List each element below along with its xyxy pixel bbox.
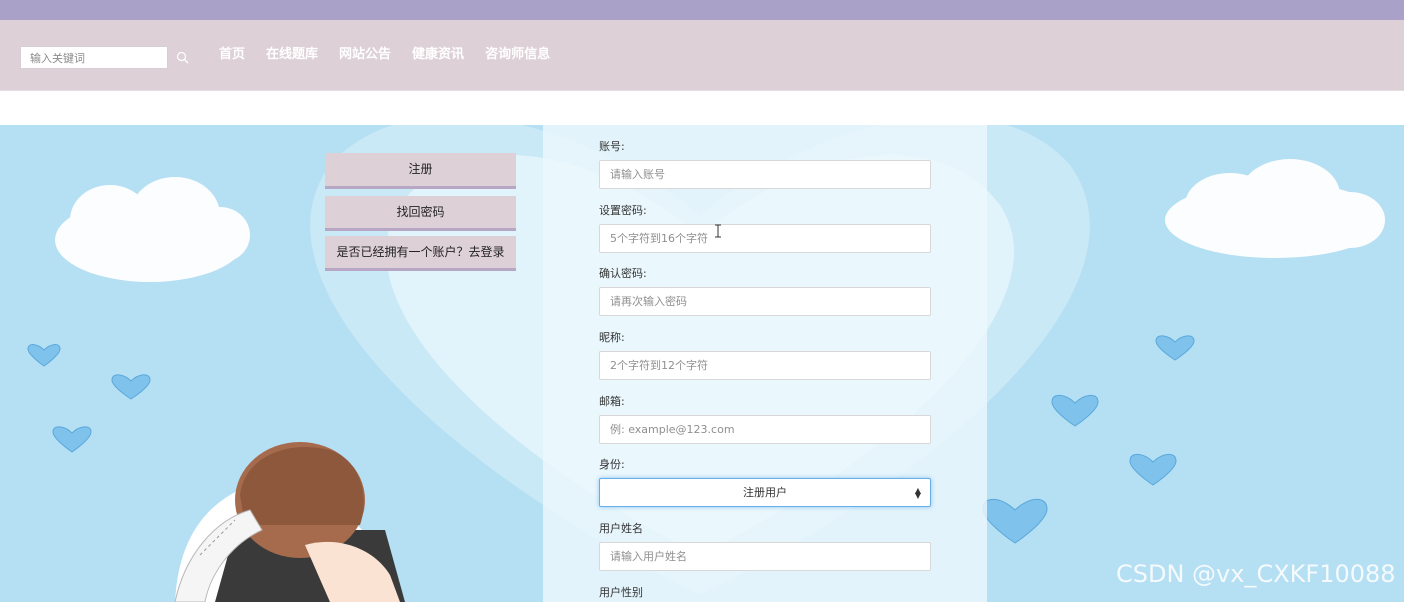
select-arrows-icon: ▲ ▼ — [914, 486, 921, 500]
nav-health-news[interactable]: 健康资讯 — [412, 45, 464, 65]
real-name-input[interactable] — [600, 543, 930, 570]
password-label: 设置密码: — [599, 204, 647, 217]
nav-home[interactable]: 首页 — [219, 45, 245, 65]
forgot-password-label: 找回密码 — [396, 205, 445, 219]
email-label: 邮箱: — [599, 395, 625, 408]
confirm-password-input[interactable] — [600, 288, 930, 315]
password-field — [599, 224, 931, 253]
role-select[interactable]: 注册用户 ▲ ▼ — [599, 478, 931, 507]
forgot-password-button[interactable]: 找回密码 — [325, 196, 516, 231]
search-box — [20, 46, 168, 69]
real-name-label: 用户姓名 — [599, 522, 643, 535]
navbar: 首页 在线题库 网站公告 健康资讯 咨询师信息 — [0, 20, 1404, 90]
background-scene: 注册 找回密码 是否已经拥有一个账户？去登录 账号: 设置密码: 确认密码: 昵… — [0, 125, 1404, 602]
register-button-label: 注册 — [408, 162, 433, 176]
gender-label: 用户性别 — [599, 586, 643, 599]
nickname-input[interactable] — [600, 352, 930, 379]
account-input[interactable] — [600, 161, 930, 188]
nav-announcements[interactable]: 网站公告 — [339, 45, 391, 65]
account-label: 账号: — [599, 140, 625, 153]
confirm-password-label: 确认密码: — [599, 267, 647, 280]
text-cursor-icon — [715, 224, 721, 238]
nav-counselors[interactable]: 咨询师信息 — [485, 45, 550, 65]
email-input[interactable] — [600, 416, 930, 443]
header-spacer — [0, 90, 1404, 125]
go-to-login-button[interactable]: 是否已经拥有一个账户？去登录 — [325, 236, 516, 271]
password-input[interactable] — [600, 225, 930, 252]
nav-question-bank[interactable]: 在线题库 — [266, 45, 318, 65]
watermark: CSDN @vx_CXKF10088 — [1116, 560, 1396, 588]
confirm-password-field — [599, 287, 931, 316]
main-nav: 首页 在线题库 网站公告 健康资讯 咨询师信息 — [219, 45, 571, 65]
role-label: 身份: — [599, 458, 625, 471]
email-field — [599, 415, 931, 444]
go-to-login-label: 是否已经拥有一个账户？去登录 — [336, 245, 505, 259]
register-button[interactable]: 注册 — [325, 153, 516, 189]
real-name-field — [599, 542, 931, 571]
registration-form: 账号: 设置密码: 确认密码: 昵称: 邮箱: 身份: 注册用户 ▲▼ 用户姓名 — [543, 125, 987, 602]
search-icon[interactable] — [176, 51, 190, 65]
search-input[interactable] — [21, 48, 167, 69]
account-field — [599, 160, 931, 189]
role-selected-value: 注册用户 — [743, 486, 787, 499]
nickname-field — [599, 351, 931, 380]
nickname-label: 昵称: — [599, 331, 625, 344]
top-color-strip — [0, 0, 1404, 20]
